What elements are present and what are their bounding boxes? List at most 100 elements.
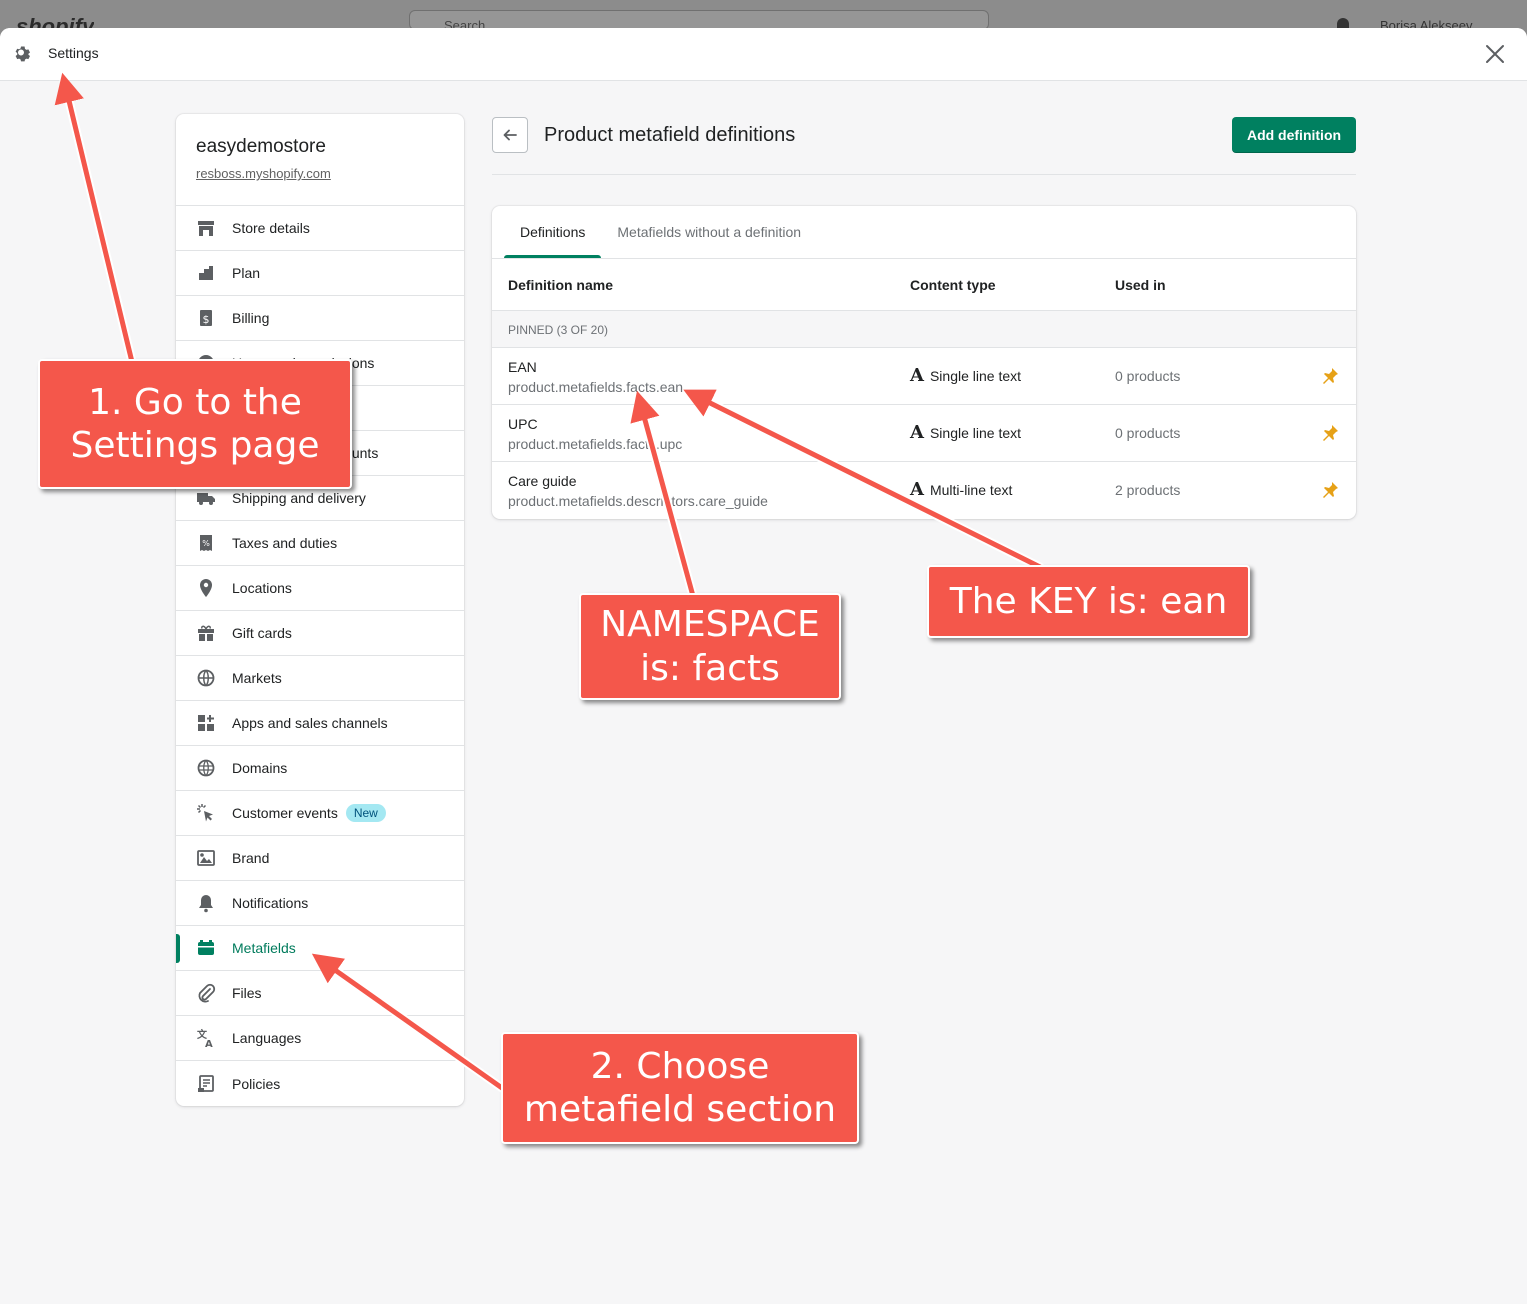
sidebar-item-languages[interactable]: 文 A Languages <box>176 1016 464 1061</box>
sidebar-item-label: Brand <box>232 850 270 866</box>
sidebar-item-label: Languages <box>232 1030 302 1046</box>
used-in: 0 products <box>1115 425 1181 441</box>
content-type-label: Single line text <box>929 368 1022 384</box>
sidebar-item-store-details[interactable]: Store details <box>176 206 464 251</box>
definition-name: EAN <box>508 359 537 375</box>
sidebar-item-domains[interactable]: Domains <box>176 746 464 791</box>
sidebar-item-label: Gift cards <box>232 625 292 641</box>
content-type: A Multi-line text <box>910 479 1013 500</box>
gift-icon <box>196 623 216 643</box>
definition-key: product.metafields.facts.ean <box>508 379 684 395</box>
cursor-click-icon <box>196 803 216 823</box>
definition-key: product.metafields.facts.upc <box>508 436 683 452</box>
pinned-section-label: PINNED (3 OF 20) <box>492 311 1356 348</box>
content-type: A Single line text <box>910 424 1022 442</box>
page-title: Product metafield definitions <box>544 124 796 146</box>
sidebar-item-locations[interactable]: Locations <box>176 566 464 611</box>
sidebar-item-files[interactable]: Files <box>176 971 464 1016</box>
table-row[interactable]: UPC product.metafields.facts.upc A Single l… <box>492 405 1356 462</box>
back-button[interactable] <box>492 117 528 153</box>
annotation-namespace: NAMESPACE is: facts <box>579 593 841 700</box>
bell-icon <box>196 893 216 913</box>
table-row[interactable]: Care guide product.metafields.descriptors… <box>492 462 1356 519</box>
plan-icon <box>196 263 216 283</box>
sidebar-item-notifications[interactable]: Notifications <box>176 881 464 926</box>
sidebar-item-customer-events[interactable]: Customer events New <box>176 791 464 836</box>
modal-header: Settings <box>0 28 1527 81</box>
column-header-definition-name: Definition name <box>508 277 614 293</box>
text-type-icon: A <box>910 479 924 500</box>
sidebar-item-label: Locations <box>232 580 292 596</box>
shopify-logo: shopify <box>16 14 95 28</box>
definitions-list: EAN product.metafields.facts.ean A Single l… <box>492 348 1356 519</box>
tax-icon: % <box>196 533 216 553</box>
settings-sidebar: easydemostore resboss.myshopify.com Stor… <box>176 114 464 1106</box>
sidebar-item-brand[interactable]: Brand <box>176 836 464 881</box>
svg-text:%: % <box>202 539 210 548</box>
used-in: 2 products <box>1115 482 1181 498</box>
domains-globe-icon <box>196 758 216 778</box>
definition-name: UPC <box>508 416 538 432</box>
table-row[interactable]: EAN product.metafields.facts.ean A Single l… <box>492 348 1356 405</box>
sidebar-item-label: Markets <box>232 670 282 686</box>
truck-icon <box>196 488 216 508</box>
store-url-link[interactable]: resboss.myshopify.com <box>196 166 331 181</box>
modal-title: Settings <box>48 45 99 61</box>
sidebar-item-label: Taxes and duties <box>232 535 338 551</box>
header-divider <box>492 174 1356 175</box>
sidebar-item-label: Files <box>232 985 262 1001</box>
annotation-key: The KEY is: ean <box>927 565 1250 638</box>
pin-icon[interactable] <box>1320 480 1340 500</box>
column-header-content-type: Content type <box>910 277 996 293</box>
annotation-step2: 2. Choose metafield section <box>501 1032 859 1144</box>
policy-icon <box>196 1074 216 1094</box>
store-icon <box>196 218 216 238</box>
pin-icon[interactable] <box>1320 366 1340 386</box>
sidebar-item-label: Notifications <box>232 895 309 911</box>
admin-search-input[interactable]: Search <box>409 10 989 30</box>
user-menu[interactable]: Borisa Alekseev <box>1380 12 1473 28</box>
sidebar-item-policies[interactable]: Policies <box>176 1061 464 1106</box>
sidebar-item-apps-and-sales-channels[interactable]: Apps and sales channels <box>176 701 464 746</box>
pin-icon[interactable] <box>1320 423 1340 443</box>
sidebar-item-metafields[interactable]: Metafields <box>176 926 464 971</box>
definitions-card: Definitions Metafields without a definit… <box>492 206 1356 519</box>
store-header: easydemostore resboss.myshopify.com <box>176 114 464 206</box>
apps-icon <box>196 713 216 733</box>
billing-icon: $ <box>196 308 216 328</box>
sidebar-item-plan[interactable]: Plan <box>176 251 464 296</box>
sidebar-item-label: Metafields <box>232 940 296 956</box>
store-name: easydemostore <box>196 136 326 157</box>
tab-definitions[interactable]: Definitions <box>504 206 602 258</box>
table-header: Definition name Content type Used in <box>492 259 1356 311</box>
svg-text:$: $ <box>203 313 210 326</box>
sidebar-nav: Store detailsPlan$BillingUsers and permi… <box>176 206 464 1106</box>
close-icon[interactable] <box>1484 43 1506 65</box>
sidebar-item-gift-cards[interactable]: Gift cards <box>176 611 464 656</box>
content-type-label: Multi-line text <box>929 482 1013 498</box>
sidebar-item-markets[interactable]: Markets <box>176 656 464 701</box>
add-definition-button[interactable]: Add definition <box>1232 117 1356 153</box>
new-badge: New <box>345 804 386 822</box>
metafields-icon <box>196 938 216 958</box>
brand-icon <box>196 848 216 868</box>
sidebar-item-label: Policies <box>232 1075 281 1092</box>
content-type-label: Single line text <box>929 425 1022 441</box>
used-in: 0 products <box>1115 368 1181 384</box>
tab-bar: Definitions Metafields without a definit… <box>492 206 1356 259</box>
sidebar-item-billing[interactable]: $ Billing <box>176 296 464 341</box>
definition-key: product.metafields.descriptors.care_guid… <box>508 493 768 509</box>
sidebar-item-label: Customer events <box>232 805 338 821</box>
sidebar-item-label: Apps and sales channels <box>232 715 388 731</box>
annotation-step1: 1. Go to the Settings page <box>38 359 352 489</box>
arrow-left-icon <box>503 129 517 141</box>
translate-icon: 文A <box>196 1028 216 1048</box>
tab-metafields-without-definition[interactable]: Metafields without a definition <box>601 206 817 258</box>
sidebar-item-label: Store details <box>232 220 310 236</box>
svg-text:A: A <box>205 1039 213 1048</box>
sidebar-item-label: Plan <box>232 265 261 281</box>
sidebar-item-label: Shipping and delivery <box>232 490 366 506</box>
sidebar-item-taxes-and-duties[interactable]: % Taxes and duties <box>176 521 464 566</box>
column-header-used-in: Used in <box>1115 277 1166 293</box>
paperclip-icon <box>196 983 216 1003</box>
